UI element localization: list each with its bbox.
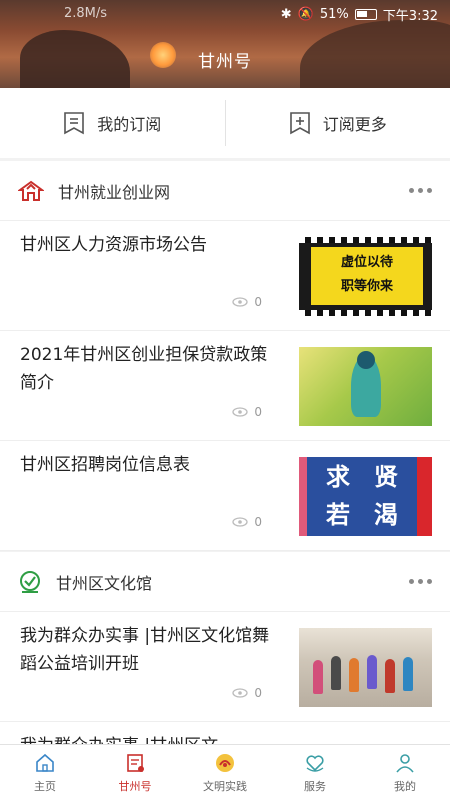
article-item[interactable]: 2021年甘州区创业担保贷款政策简介 0: [0, 331, 450, 441]
bluetooth-icon: ✱: [280, 7, 292, 22]
tab-label: 文明实践: [203, 779, 247, 793]
view-count: 0: [232, 515, 262, 529]
channel-name: 甘州就业创业网: [58, 182, 171, 202]
view-count-value: 0: [254, 686, 262, 700]
article-item[interactable]: 我为群众办实事 |甘州区文化馆舞蹈公益培训开班 0: [0, 612, 450, 722]
tab-label: 服务: [304, 779, 326, 793]
emblem-icon: [216, 753, 234, 772]
article-title: 甘州区人力资源市场公告: [20, 235, 207, 255]
tab-home[interactable]: 主页: [0, 745, 90, 800]
my-subscriptions-label: 我的订阅: [97, 115, 162, 134]
page-title: 甘州号: [198, 52, 252, 72]
tab-label: 甘州号: [118, 779, 152, 793]
eye-icon: [232, 517, 249, 527]
view-count: 0: [232, 295, 262, 309]
eye-icon: [232, 297, 249, 307]
tab-label: 主页: [34, 779, 56, 793]
tab-civilization-practice[interactable]: 文明实践: [180, 745, 270, 800]
more-options-icon[interactable]: [409, 188, 432, 193]
tab-services[interactable]: 服务: [270, 745, 360, 800]
news-icon: [127, 753, 144, 772]
subscription-row: 我的订阅 订阅更多: [0, 88, 450, 158]
header-banner: 2.8M/s ✱ 🔕 51% 下午3:32 甘州号: [0, 0, 450, 88]
culture-center-logo-icon: [20, 570, 40, 593]
battery-icon: [354, 9, 377, 20]
article-thumbnail: 虚位以待 职等你来: [299, 237, 432, 316]
eye-icon: [232, 407, 249, 417]
view-count: 0: [232, 405, 262, 419]
view-count: 0: [232, 686, 262, 700]
tab-label: 我的: [394, 779, 416, 793]
bookmark-list-icon: [64, 112, 85, 135]
article-thumbnail: [299, 347, 432, 426]
clock: 下午3:32: [382, 9, 438, 24]
article-title: 甘州区招聘岗位信息表: [20, 455, 190, 475]
article-thumbnail: 求 贤 若 渴: [299, 457, 432, 536]
view-count-value: 0: [254, 295, 262, 309]
my-subscriptions-button[interactable]: 我的订阅: [0, 88, 225, 158]
subscribe-more-label: 订阅更多: [322, 115, 387, 134]
user-icon: [396, 753, 414, 773]
more-options-icon[interactable]: [409, 579, 432, 584]
tab-ganzhou-hao[interactable]: 甘州号: [90, 745, 180, 800]
bookmark-add-icon: [289, 112, 310, 135]
article-item[interactable]: 甘州区人力资源市场公告 0 虚位以待 职等你来: [0, 221, 450, 331]
mute-icon: 🔕: [297, 7, 314, 22]
tab-profile[interactable]: 我的: [360, 745, 450, 800]
status-bar: 2.8M/s ✱ 🔕 51% 下午3:32: [0, 0, 450, 28]
bottom-tab-bar: 主页 甘州号 文明实践 服务 我的: [0, 744, 450, 800]
battery-percent: 51%: [319, 7, 349, 22]
eye-icon: [232, 688, 249, 698]
home-icon: [36, 753, 54, 772]
view-count-value: 0: [254, 515, 262, 529]
subscribe-more-button[interactable]: 订阅更多: [226, 88, 450, 158]
article-title: 我为群众办实事 |甘州区文化馆舞蹈公益培训开班: [20, 626, 270, 674]
channel-header[interactable]: 甘州区文化馆: [0, 552, 450, 612]
channel-name: 甘州区文化馆: [56, 573, 153, 593]
thumbnail-banner: 虚位以待 职等你来: [311, 247, 423, 305]
employment-logo-icon: [18, 180, 44, 201]
view-count-value: 0: [254, 405, 262, 419]
heart-hands-icon: [306, 754, 324, 772]
channel-header[interactable]: 甘州就业创业网: [0, 161, 450, 221]
channel-section: 甘州就业创业网 甘州区人力资源市场公告 0 虚位以待 职等你来 2021年甘州区…: [0, 161, 450, 551]
article-thumbnail: [299, 628, 432, 707]
article-item[interactable]: 甘州区招聘岗位信息表 0 求 贤 若 渴: [0, 441, 450, 551]
network-speed: 2.8M/s: [64, 6, 108, 21]
article-title: 2021年甘州区创业担保贷款政策简介: [20, 345, 268, 393]
